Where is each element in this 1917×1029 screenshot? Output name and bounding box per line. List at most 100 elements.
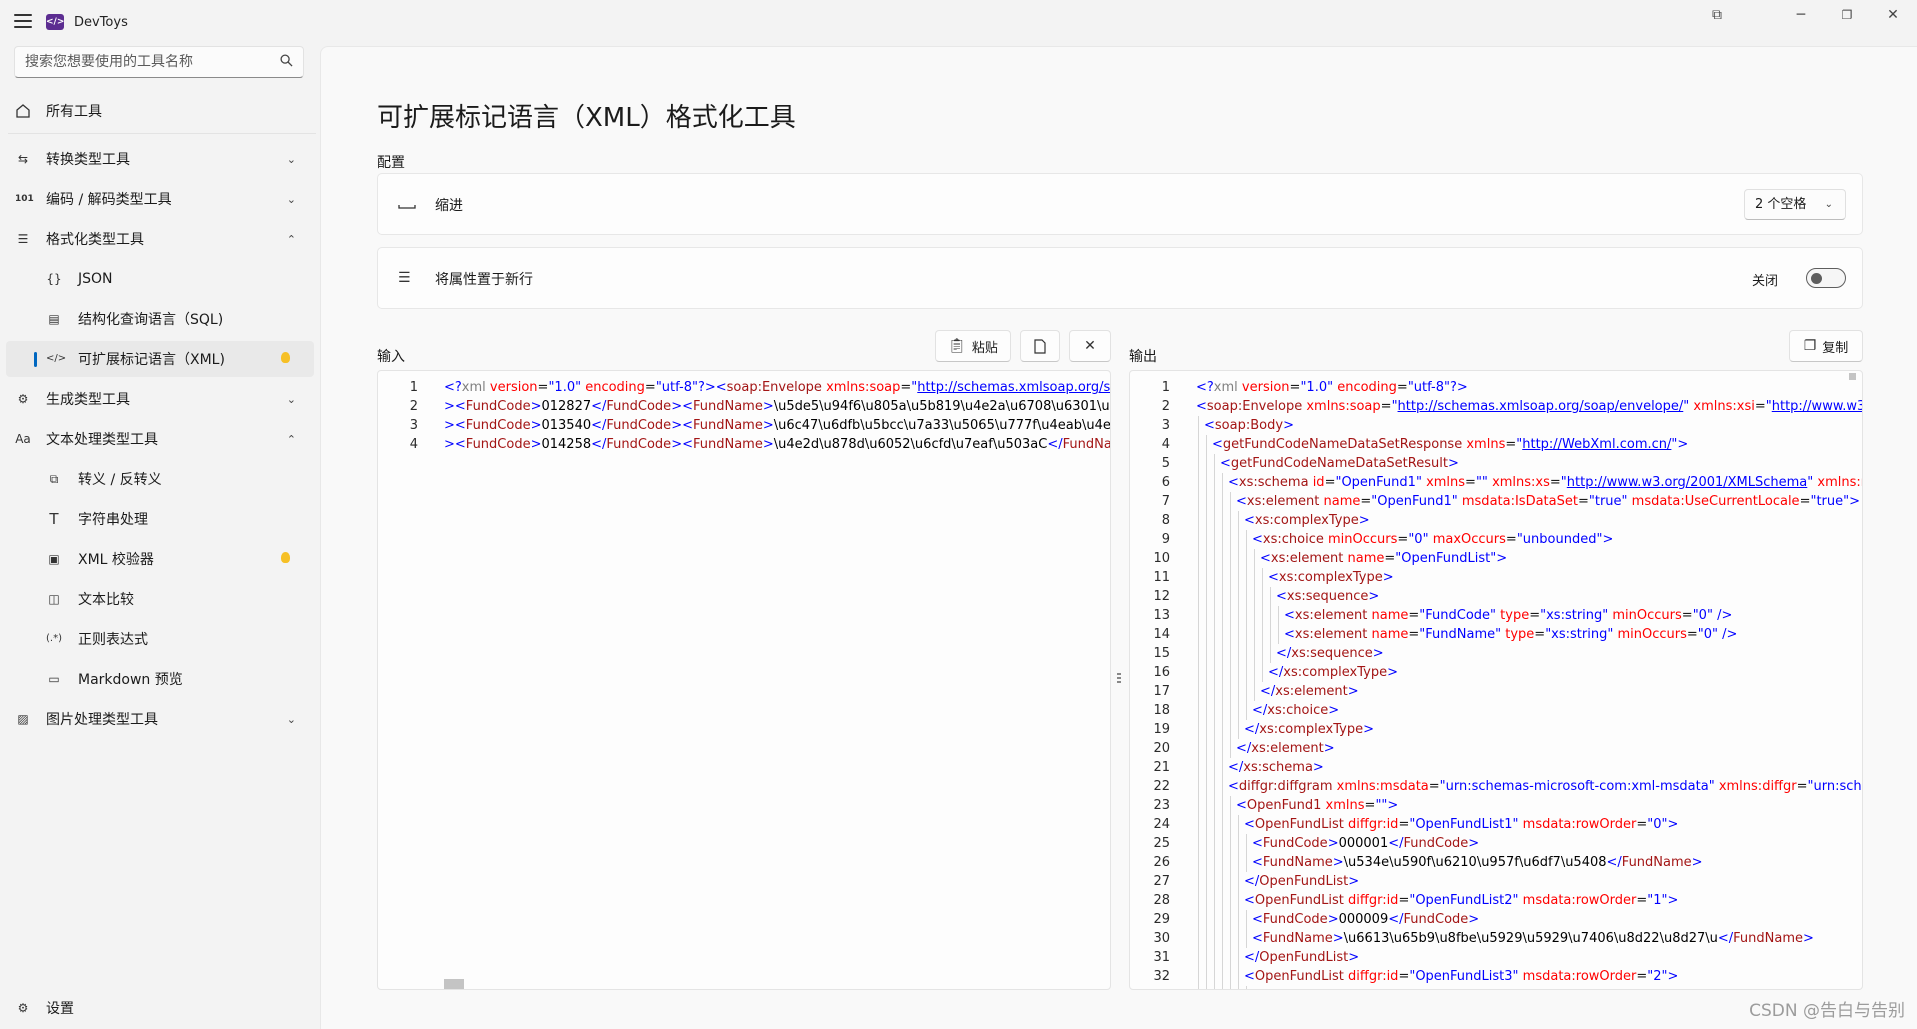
line-number: 15 [1153, 646, 1170, 661]
minimize-button[interactable]: ─ [1789, 6, 1813, 24]
indent-guide [1214, 682, 1215, 701]
indent-guide [1222, 777, 1223, 796]
search-input[interactable] [15, 47, 265, 77]
sidebar-item-escape[interactable]: ⧉ 转义 / 反转义 [6, 461, 314, 497]
indent-guide [1214, 473, 1215, 492]
indent-guide [1238, 606, 1239, 625]
indent-guide [1254, 606, 1255, 625]
sidebar-item-settings[interactable]: ⚙ 设置 [6, 990, 314, 1026]
sidebar-item-converters[interactable]: ⇆ 转换类型工具 ⌄ [6, 141, 314, 177]
indent-guide [1246, 663, 1247, 682]
sidebar-item-encoders[interactable]: 101 编码 / 解码类型工具 ⌄ [6, 181, 314, 217]
indent-guide [1214, 492, 1215, 511]
open-file-button[interactable] [1020, 330, 1060, 362]
copy-button[interactable]: ❐ 复制 [1789, 330, 1863, 362]
clear-button[interactable]: ✕ [1069, 330, 1111, 362]
indent-guide [1262, 663, 1263, 682]
sidebar-item-markdown[interactable]: ▭ Markdown 预览 [6, 661, 314, 697]
sidebar-item-sql[interactable]: ▤ 结构化查询语言（SQL) [6, 301, 314, 337]
horizontal-scrollbar-thumb[interactable] [444, 979, 464, 989]
sidebar-item-formatters[interactable]: ☰ 格式化类型工具 ⌃ [6, 221, 314, 257]
indent-guide [1246, 587, 1247, 606]
code-line: 20 </xs:element> [1130, 739, 1862, 758]
close-window-button[interactable]: ✕ [1881, 6, 1905, 24]
indent-guide [1238, 967, 1239, 986]
code-line: 27 </OpenFundList> [1130, 872, 1862, 891]
sidebar-item-xml-validator[interactable]: ▣ XML 校验器 [6, 541, 314, 577]
line-number: 4 [1161, 437, 1170, 452]
attributes-newline-toggle[interactable] [1806, 268, 1846, 288]
indent-guide [1262, 568, 1263, 587]
indent-guide [1230, 948, 1231, 967]
code-line: 10 <xs:element name="OpenFundList"> [1130, 549, 1862, 568]
sidebar-item-text[interactable]: Aa 文本处理类型工具 ⌃ [6, 421, 314, 457]
sidebar-item-label: Markdown 预览 [78, 672, 183, 688]
indent-guide [1214, 891, 1215, 910]
paste-button[interactable]: 📋︎ 粘贴 [935, 330, 1011, 362]
sidebar-item-images[interactable]: ▨ 图片处理类型工具 ⌄ [6, 701, 314, 737]
indent-guide [1238, 663, 1239, 682]
indent-guide [1214, 910, 1215, 929]
indent-dropdown[interactable]: 2 个空格 ⌄ [1744, 189, 1846, 220]
sidebar-item-json[interactable]: {} JSON [6, 261, 314, 297]
sidebar-item-label: XML 校验器 [78, 552, 154, 568]
hamburger-menu-icon[interactable] [14, 14, 32, 28]
input-editor[interactable]: 1 <?xml version="1.0" encoding="utf-8"?><… [377, 370, 1111, 990]
code-line: 13 <xs:element name="FundCode" type="xs:s… [1130, 606, 1862, 625]
search-icon[interactable] [280, 54, 293, 67]
sidebar-item-regex[interactable]: (.*) 正则表达式 [6, 621, 314, 657]
indent-guide [1222, 625, 1223, 644]
indent-guide [1230, 530, 1231, 549]
formatter-icon: ☰ [17, 232, 29, 246]
paste-label: 粘贴 [971, 340, 998, 356]
indent-guide [1198, 872, 1199, 891]
indent-guide [1222, 986, 1223, 989]
output-editor[interactable]: 1 <?xml version="1.0" encoding="utf-8"?> 2… [1129, 370, 1863, 990]
indent-guide [1230, 891, 1231, 910]
indent-guide [1222, 891, 1223, 910]
indent-label: 缩进 [435, 198, 463, 214]
sidebar-item-xml[interactable]: </> 可扩展标记语言（XML) [6, 341, 314, 377]
indent-guide [1206, 454, 1207, 473]
indent-guide [1230, 701, 1231, 720]
code-text: <OpenFundList diffgr:id="OpenFundList3" … [1244, 969, 1679, 984]
copy-label: 复制 [1822, 340, 1849, 356]
code-line: 2 <soap:Envelope xmlns:soap="http://schem… [1130, 397, 1862, 416]
sidebar-item-all-tools[interactable]: 所有工具 [6, 93, 314, 129]
indent-guide [1198, 587, 1199, 606]
code-line: 25 <FundCode>000001</FundCode> [1130, 834, 1862, 853]
code-text: </OpenFundList> [1244, 874, 1360, 889]
sidebar-item-string[interactable]: T 字符串处理 [6, 501, 314, 537]
list-indent-icon: ☰ [398, 270, 411, 286]
indent-guide [1254, 682, 1255, 701]
line-number: 23 [1153, 798, 1170, 813]
compact-overlay-icon[interactable]: ⧉ [1705, 6, 1729, 24]
indent-guide [1238, 872, 1239, 891]
code-text: <FundCode>000198</FundCode> [1252, 986, 1479, 989]
sidebar-item-diff[interactable]: ◫ 文本比较 [6, 581, 314, 617]
indent-guide [1238, 853, 1239, 872]
line-number: 3 [1161, 418, 1170, 433]
escape-icon: ⧉ [49, 472, 59, 486]
chevron-down-icon: ⌄ [286, 152, 296, 166]
xml-icon: </> [46, 353, 67, 364]
markdown-icon: ▭ [48, 672, 60, 686]
indent-guide [1206, 739, 1207, 758]
indent-guide [1206, 492, 1207, 511]
indent-guide [1214, 530, 1215, 549]
sidebar-item-generators[interactable]: ⚙ 生成类型工具 ⌄ [6, 381, 314, 417]
chevron-up-icon: ⌃ [286, 432, 296, 446]
code-line: 4 ><FundCode>014258</FundCode><FundName>\… [378, 435, 1110, 454]
line-number: 22 [1153, 779, 1170, 794]
indent-guide [1198, 530, 1199, 549]
sidebar-item-label: 字符串处理 [78, 512, 148, 528]
indent-guide [1214, 967, 1215, 986]
indent-guide [1230, 929, 1231, 948]
pane-splitter[interactable] [1117, 673, 1121, 687]
line-number: 18 [1153, 703, 1170, 718]
line-number: 16 [1153, 665, 1170, 680]
maximize-button[interactable]: ❐ [1835, 6, 1859, 24]
indent-guide [1214, 834, 1215, 853]
code-text: </xs:schema> [1228, 760, 1324, 775]
indent-guide [1206, 986, 1207, 989]
